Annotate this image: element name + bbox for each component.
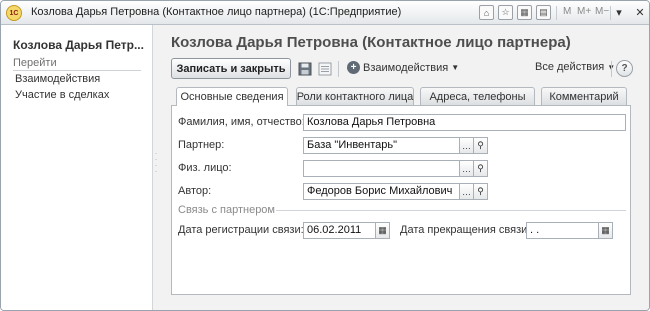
all-actions-label: Все действия <box>535 61 605 73</box>
list-icon[interactable] <box>317 61 332 76</box>
full-name-label: Фамилия, имя, отчество: <box>178 116 305 128</box>
calendar-icon[interactable]: ▦ <box>517 5 532 20</box>
partner-select-button[interactable]: … <box>460 137 474 154</box>
partner-link-section-label: Связь с партнером <box>178 204 275 216</box>
section-divider <box>276 210 626 211</box>
tab-panel-main-info: Фамилия, имя, отчество: Козлова Дарья Пе… <box>171 105 631 295</box>
chevron-down-icon: ▼ <box>451 63 460 72</box>
app-logo-icon[interactable]: 1С <box>6 5 22 21</box>
tab-strip: Основные сведения Роли контактного лица … <box>171 87 629 106</box>
tab-contact-roles[interactable]: Роли контактного лица <box>296 87 414 105</box>
page-title: Козлова Дарья Петровна (Контактное лицо … <box>171 34 571 51</box>
memory-minus-button[interactable]: M− <box>595 6 609 17</box>
toolbar-separator <box>611 61 612 77</box>
full-name-input[interactable]: Козлова Дарья Петровна <box>303 114 626 131</box>
calendar-icon[interactable]: ▦ <box>599 222 613 239</box>
navigation-panel: Козлова Дарья Петр... Перейти Взаимодейс… <box>1 25 153 310</box>
title-bar: 1С Козлова Дарья Петровна (Контактное ли… <box>1 1 649 25</box>
main-content: Козлова Дарья Петровна (Контактное лицо … <box>159 25 649 310</box>
interactions-dropdown-label: Взаимодействия <box>363 61 449 74</box>
partner-input[interactable]: База "Инвентарь" <box>303 137 460 154</box>
individual-input[interactable] <box>303 160 460 177</box>
toolbar-separator <box>556 6 557 20</box>
nav-panel-title: Козлова Дарья Петр... <box>13 38 144 52</box>
save-icon[interactable] <box>297 61 312 76</box>
save-and-close-button[interactable]: Записать и закрыть <box>171 58 291 79</box>
author-label: Автор: <box>178 185 212 197</box>
author-input[interactable]: Федоров Борис Михайлович <box>303 183 460 200</box>
calendar-icon[interactable]: ▦ <box>376 222 390 239</box>
toolbar-separator <box>338 61 339 77</box>
nav-item-deals[interactable]: Участие в сделках <box>15 89 109 101</box>
end-date-input[interactable]: . . <box>526 222 599 239</box>
add-circle-icon: + <box>347 61 360 74</box>
memory-button[interactable]: M <box>563 6 571 17</box>
individual-open-icon[interactable]: ⚲ <box>474 160 488 177</box>
author-open-icon[interactable]: ⚲ <box>474 183 488 200</box>
all-actions-dropdown[interactable]: Все действия ▼ <box>535 61 615 73</box>
app-window: 1С Козлова Дарья Петровна (Контактное ли… <box>0 0 650 311</box>
help-icon[interactable]: ? <box>616 60 633 77</box>
interactions-dropdown[interactable]: + Взаимодействия ▼ <box>347 61 459 74</box>
home-icon[interactable]: ⌂ <box>479 5 494 20</box>
favorites-icon[interactable]: ☆ <box>498 5 513 20</box>
nav-item-interactions[interactable]: Взаимодействия <box>15 73 100 85</box>
partner-open-icon[interactable]: ⚲ <box>474 137 488 154</box>
calculator-icon[interactable]: ▤ <box>536 5 551 20</box>
individual-label: Физ. лицо: <box>178 162 232 174</box>
reg-date-label: Дата регистрации связи: <box>178 224 304 236</box>
close-icon[interactable]: ✕ <box>632 5 648 20</box>
reg-date-input[interactable]: 06.02.2011 <box>303 222 376 239</box>
memory-plus-button[interactable]: M+ <box>577 6 591 17</box>
tab-comment[interactable]: Комментарий <box>541 87 627 105</box>
partner-label: Партнер: <box>178 139 225 151</box>
tab-main-info[interactable]: Основные сведения <box>176 87 288 106</box>
tab-addresses-phones[interactable]: Адреса, телефоны <box>420 87 535 105</box>
nav-section-header: Перейти <box>13 57 141 71</box>
author-select-button[interactable]: … <box>460 183 474 200</box>
end-date-label: Дата прекращения связи: <box>400 224 531 236</box>
window-menu-icon[interactable]: ▾ <box>611 5 627 20</box>
window-title: Козлова Дарья Петровна (Контактное лицо … <box>31 6 402 18</box>
individual-select-button[interactable]: … <box>460 160 474 177</box>
